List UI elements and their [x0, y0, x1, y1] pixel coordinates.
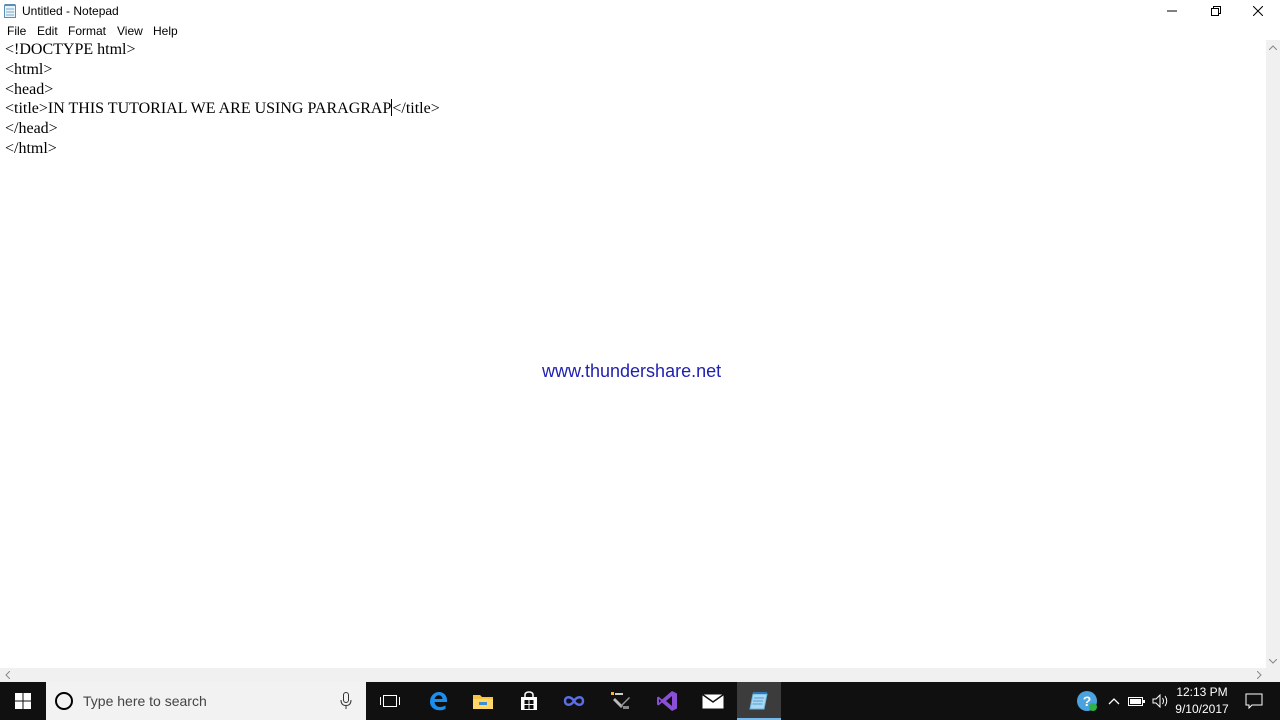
notepad-icon	[4, 4, 16, 18]
folder-icon	[473, 695, 493, 709]
code-line-3: <head>	[5, 81, 54, 98]
menu-help[interactable]: Help	[153, 24, 178, 38]
notepad-icon	[749, 692, 768, 710]
scroll-right-arrow[interactable]	[1252, 668, 1266, 682]
taskbar-mail[interactable]	[691, 682, 735, 720]
notification-icon	[1245, 693, 1263, 709]
chevron-up-icon	[1269, 44, 1277, 50]
infinity-icon	[563, 696, 585, 706]
action-center-button[interactable]	[1236, 682, 1272, 720]
close-icon	[1253, 5, 1263, 16]
text-editor[interactable]: <!DOCTYPE html> <html> <head> <title>IN …	[0, 40, 1266, 668]
code-line-4-after-caret: </title>	[392, 100, 440, 117]
code-line-4: <title>IN THIS TUTORIAL WE ARE USING PAR…	[5, 99, 440, 118]
restore-button[interactable]	[1194, 0, 1238, 21]
chevron-right-icon	[1256, 671, 1262, 679]
horizontal-scrollbar[interactable]	[0, 668, 1266, 682]
tray-help-button[interactable]: ?	[1074, 682, 1100, 720]
taskbar: Type here to search ? 12:13 PM 9/10/2017	[0, 682, 1280, 720]
title-bar[interactable]: Untitled - Notepad	[0, 0, 1280, 21]
menu-file[interactable]: File	[7, 24, 26, 38]
close-button[interactable]	[1236, 0, 1280, 21]
taskbar-search-box[interactable]: Type here to search	[46, 682, 366, 720]
store-icon	[521, 691, 537, 710]
taskbar-notepad[interactable]	[737, 682, 781, 720]
microphone-icon[interactable]	[340, 692, 352, 710]
mail-icon	[702, 693, 724, 708]
tray-volume[interactable]	[1150, 682, 1172, 720]
vertical-scrollbar[interactable]	[1266, 40, 1280, 668]
menu-bar: File Edit Format View Help	[0, 21, 1280, 41]
taskbar-file-explorer[interactable]	[461, 682, 505, 720]
minimize-icon	[1167, 10, 1177, 11]
windows-logo-icon	[15, 693, 31, 709]
edge-icon	[430, 692, 447, 711]
chevron-left-icon	[4, 671, 10, 679]
menu-edit[interactable]: Edit	[37, 24, 58, 38]
code-line-2: <html>	[5, 61, 53, 78]
taskbar-app-tools[interactable]	[598, 682, 642, 720]
help-icon: ?	[1077, 691, 1097, 711]
taskbar-edge[interactable]	[416, 682, 460, 720]
speaker-icon	[1152, 694, 1168, 708]
chevron-down-icon	[1269, 658, 1277, 664]
code-line-6: </html>	[5, 140, 57, 157]
code-line-5: </head>	[5, 120, 58, 137]
scroll-down-arrow[interactable]	[1266, 654, 1280, 668]
taskbar-visual-studio[interactable]	[645, 682, 689, 720]
chevron-up-icon	[1108, 697, 1120, 704]
start-button[interactable]	[0, 682, 46, 720]
taskbar-app-loop[interactable]	[552, 682, 596, 720]
task-view-button[interactable]	[368, 682, 412, 720]
battery-charging-icon	[1128, 697, 1145, 706]
taskbar-store[interactable]	[507, 682, 551, 720]
task-view-icon	[380, 695, 400, 707]
menu-format[interactable]: Format	[68, 24, 106, 38]
search-placeholder: Type here to search	[83, 693, 207, 709]
code-line-4-before-caret: <title>IN THIS TUTORIAL WE ARE USING PAR…	[5, 100, 392, 117]
cortana-icon	[55, 692, 73, 710]
tools-icon	[611, 692, 630, 709]
window-title: Untitled - Notepad	[22, 4, 119, 18]
scroll-up-arrow[interactable]	[1266, 40, 1280, 54]
scroll-left-arrow[interactable]	[0, 668, 14, 682]
menu-view[interactable]: View	[117, 24, 143, 38]
minimize-button[interactable]	[1150, 0, 1194, 21]
code-line-1: <!DOCTYPE html>	[5, 41, 136, 58]
clock-time[interactable]: 12:13 PM	[1170, 685, 1234, 700]
clock-date[interactable]: 9/10/2017	[1170, 702, 1234, 717]
visual-studio-icon	[657, 691, 677, 711]
tray-battery[interactable]	[1126, 682, 1148, 720]
scrollbar-corner	[1266, 668, 1280, 682]
watermark-text: www.thundershare.net	[542, 361, 722, 381]
restore-icon	[1211, 5, 1221, 16]
tray-show-hidden-icons[interactable]	[1104, 682, 1124, 720]
